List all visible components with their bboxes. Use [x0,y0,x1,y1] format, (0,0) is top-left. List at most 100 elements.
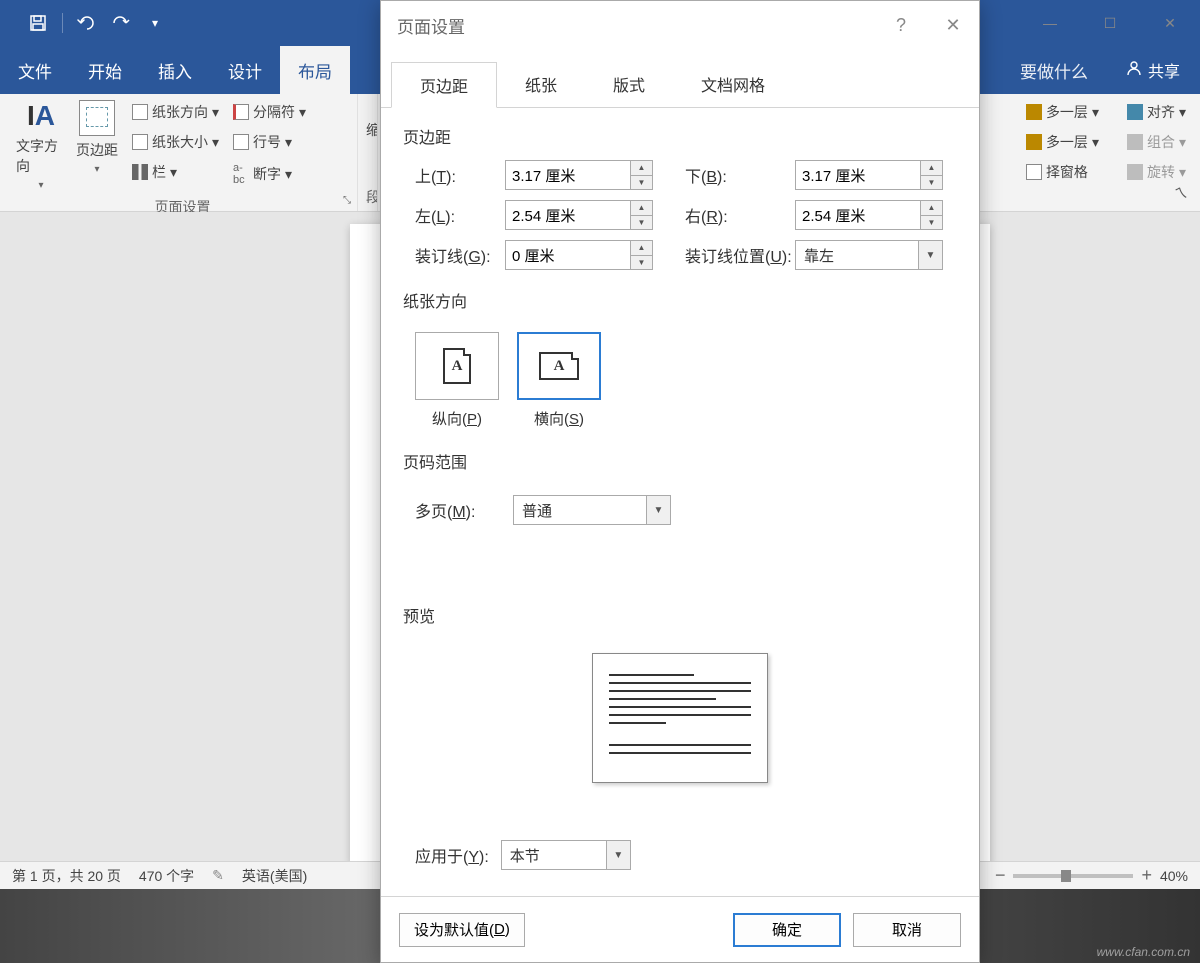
orientation-landscape[interactable]: A 横向(S) [517,332,601,429]
spin-down-icon[interactable]: ▼ [631,216,652,230]
margins-button[interactable]: 页边距 ▾ [72,100,122,191]
set-default-button[interactable]: 设为默认值(D) [399,913,525,947]
gutter-position-select[interactable]: 靠左▼ [795,240,943,270]
spin-up-icon[interactable]: ▲ [631,201,652,216]
page-setup-dialog: 页面设置 ? ✕ 页边距 纸张 版式 文档网格 页边距 上(T): ▲▼ 下(B… [380,0,980,963]
chevron-down-icon[interactable]: ▼ [606,841,630,869]
undo-icon[interactable] [77,13,97,33]
tab-layout[interactable]: 布局 [280,46,350,94]
page-indicator[interactable]: 第 1 页，共 20 页 [12,866,121,886]
preview-box [592,653,768,783]
align-icon [1127,104,1143,120]
orientation-row: A 纵向(P) A 横向(S) [403,324,957,433]
left-margin-input[interactable]: ▲▼ [505,200,653,230]
tell-me[interactable]: 要做什么 [1002,46,1106,94]
tab-insert[interactable]: 插入 [140,46,210,94]
hyphenation-button[interactable]: a-bc断字 ▾ [229,160,310,188]
columns-button[interactable]: 栏 ▾ [128,160,223,184]
dialog-help-button[interactable]: ? [875,1,927,49]
line-numbers-button[interactable]: 行号 ▾ [229,130,310,154]
dialog-tab-grid[interactable]: 文档网格 [673,62,793,108]
dialog-tab-layout[interactable]: 版式 [585,62,673,108]
share-button[interactable]: 共享 [1106,46,1200,94]
spin-up-icon[interactable]: ▲ [921,161,942,176]
redo-icon[interactable] [111,13,131,33]
minimize-button[interactable]: — [1020,0,1080,46]
label-apply-to: 应用于(Y): [415,843,489,867]
zoom-out-button[interactable]: − [995,865,1006,886]
margins-grid: 上(T): ▲▼ 下(B): ▲▼ 左(L): ▲▼ 右(R): ▲▼ 装订线(… [403,160,957,270]
chevron-down-icon[interactable]: ▼ [646,496,670,524]
spin-down-icon[interactable]: ▼ [631,256,652,270]
collapse-ribbon-icon[interactable]: ㄟ [1174,183,1188,203]
bottom-margin-input[interactable]: ▲▼ [795,160,943,190]
tab-home[interactable]: 开始 [70,46,140,94]
spin-up-icon[interactable]: ▲ [631,161,652,176]
text-direction-button[interactable]: IA 文字方向 ▾ [16,100,66,191]
zoom-level[interactable]: 40% [1160,868,1188,884]
selection-pane-button[interactable]: 择窗格 [1022,160,1103,184]
label-bottom: 下(B): [685,163,795,187]
size-button[interactable]: 纸张大小 ▾ [128,130,223,154]
bring-forward-button[interactable]: 多一层 ▾ [1022,100,1103,124]
spin-up-icon[interactable]: ▲ [921,201,942,216]
dialog-tab-paper[interactable]: 纸张 [497,62,585,108]
breaks-button[interactable]: 分隔符 ▾ [229,100,310,124]
spellcheck-icon[interactable]: ✎ [212,867,224,884]
align-button[interactable]: 对齐 ▾ [1123,100,1190,124]
zoom-in-button[interactable]: + [1141,865,1152,886]
size-icon [132,134,148,150]
send-backward-button[interactable]: 多一层 ▾ [1022,130,1103,154]
spin-down-icon[interactable]: ▼ [631,176,652,190]
section-orientation-label: 纸张方向 [403,288,957,312]
group-icon [1127,134,1143,150]
qat-customize-icon[interactable]: ▾ [145,13,165,33]
zoom-slider[interactable] [1013,874,1133,878]
orientation-portrait[interactable]: A 纵向(P) [415,332,499,429]
tab-file[interactable]: 文件 [0,46,70,94]
multi-pages-select[interactable]: 普通▼ [513,495,671,525]
margins-icon [79,100,115,136]
spin-down-icon[interactable]: ▼ [921,176,942,190]
spin-up-icon[interactable]: ▲ [631,241,652,256]
maximize-button[interactable]: ☐ [1080,0,1140,46]
rotate-button[interactable]: 旋转 ▾ [1123,160,1190,184]
apply-to-select[interactable]: 本节▼ [501,840,631,870]
word-count[interactable]: 470 个字 [139,866,194,886]
tab-design[interactable]: 设计 [210,46,280,94]
dialog-content: 页边距 上(T): ▲▼ 下(B): ▲▼ 左(L): ▲▼ 右(R): ▲▼ … [381,108,979,896]
rotate-icon [1127,164,1143,180]
orientation-button[interactable]: 纸张方向 ▾ [128,100,223,124]
apply-row: 应用于(Y): 本节▼ [403,840,957,870]
chevron-down-icon[interactable]: ▼ [918,241,942,269]
label-multi-pages: 多页(M): [415,498,493,522]
ok-button[interactable]: 确定 [733,913,841,947]
person-icon [1126,60,1142,81]
right-margin-input[interactable]: ▲▼ [795,200,943,230]
selection-pane-icon [1026,164,1042,180]
dialog-tab-margins[interactable]: 页边距 [391,62,497,108]
forward-icon [1026,104,1042,120]
watermark: www.cfan.com.cn [1097,945,1190,959]
orientation-icon [132,104,148,120]
language-indicator[interactable]: 英语(美国) [242,866,307,886]
top-margin-input[interactable]: ▲▼ [505,160,653,190]
columns-icon [132,164,148,180]
dialog-title: 页面设置 [397,13,465,38]
dialog-titlebar[interactable]: 页面设置 ? ✕ [381,1,979,49]
cancel-button[interactable]: 取消 [853,913,961,947]
section-preview-label: 预览 [403,603,957,627]
close-button[interactable]: ✕ [1140,0,1200,46]
dialog-close-button[interactable]: ✕ [927,1,979,49]
group-page-setup: IA 文字方向 ▾ 页边距 ▾ 纸张方向 ▾ 纸张大小 ▾ 栏 ▾ 分隔符 ▾ … [8,94,358,211]
section-margins-label: 页边距 [403,124,957,148]
portrait-icon: A [443,348,471,384]
dialog-launcher-icon[interactable]: ⤡ [339,193,355,209]
spin-down-icon[interactable]: ▼ [921,216,942,230]
section-pages-label: 页码范围 [403,449,957,473]
gutter-input[interactable]: ▲▼ [505,240,653,270]
pages-row: 多页(M): 普通▼ [403,485,957,535]
save-icon[interactable] [28,13,48,33]
group-button[interactable]: 组合 ▾ [1123,130,1190,154]
backward-icon [1026,134,1042,150]
